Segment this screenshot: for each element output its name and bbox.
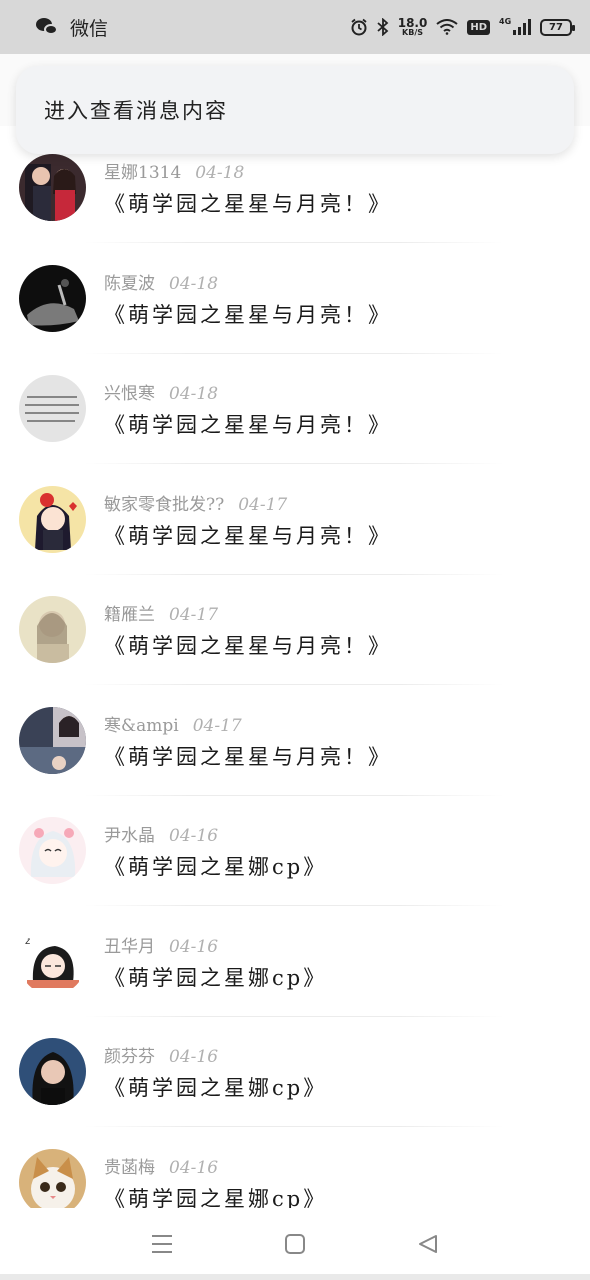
battery-level: 77 bbox=[549, 21, 563, 33]
message-title[interactable]: 《萌学园之星娜cp》 bbox=[104, 962, 327, 992]
triangle-back-icon[interactable] bbox=[408, 1224, 448, 1264]
message-date: 04-16 bbox=[169, 826, 219, 846]
status-right: 18.0 KB/S HD 4G 77 bbox=[350, 17, 575, 37]
message-row[interactable]: 星娜1314 04-18 《萌学园之星星与月亮！》 bbox=[0, 150, 590, 260]
sender-name: 丑华月 bbox=[104, 936, 155, 957]
message-meta: 陈夏波 04-18 bbox=[104, 269, 218, 294]
row-divider bbox=[84, 573, 504, 575]
message-date: 04-17 bbox=[192, 715, 242, 736]
row-divider bbox=[84, 905, 504, 906]
wifi-icon bbox=[436, 19, 458, 35]
sender-name: 颜芬芬 bbox=[104, 1047, 155, 1067]
message-meta: 寒&ampi 04-17 bbox=[104, 711, 242, 736]
svg-text:z: z bbox=[25, 936, 30, 947]
message-meta: 籍雁兰 04-17 bbox=[104, 600, 218, 625]
message-row[interactable]: 陈夏波 04-18 《萌学园之星星与月亮！》 bbox=[0, 261, 590, 371]
row-divider bbox=[84, 794, 504, 796]
dark-hand-avatar[interactable] bbox=[19, 264, 86, 332]
notification-banner[interactable]: 进入查看消息内容 bbox=[16, 66, 574, 154]
message-row[interactable]: 尹水晶 04-16 《萌学园之星娜cp》 bbox=[0, 813, 590, 923]
portrait-girl-avatar[interactable] bbox=[19, 1038, 86, 1105]
text-note-avatar[interactable] bbox=[19, 375, 86, 442]
message-row[interactable]: 兴恨寒 04-18 《萌学园之星星与月亮！》 bbox=[0, 371, 590, 481]
row-divider bbox=[84, 1126, 504, 1127]
couple-photo-avatar[interactable] bbox=[19, 154, 86, 221]
row-divider bbox=[84, 463, 504, 464]
cat-avatar[interactable] bbox=[19, 1148, 86, 1210]
square-home-icon[interactable] bbox=[275, 1224, 315, 1264]
sender-name: 寒&ampi bbox=[104, 715, 179, 736]
hd-badge: HD bbox=[467, 19, 490, 35]
sender-name: 籍雁兰 bbox=[104, 605, 155, 625]
soft-girl-avatar[interactable] bbox=[19, 596, 86, 663]
sender-name: 星娜1314 bbox=[104, 163, 182, 183]
network-type: 4G bbox=[499, 17, 512, 26]
row-divider bbox=[84, 1015, 504, 1017]
message-date: 04-18 bbox=[195, 163, 245, 183]
message-row[interactable]: 寒&ampi 04-17 《萌学园之星星与月亮！》 bbox=[0, 703, 590, 813]
message-date: 04-16 bbox=[169, 1157, 219, 1178]
message-meta: 颜芬芬 04-16 bbox=[104, 1042, 218, 1067]
row-divider bbox=[84, 242, 504, 243]
bluetooth-icon bbox=[377, 18, 389, 36]
battery-icon: 77 bbox=[540, 18, 575, 36]
sender-name: 尹水晶 bbox=[104, 826, 155, 846]
message-date: 04-16 bbox=[169, 936, 219, 957]
message-title[interactable]: 《萌学园之星娜cp》 bbox=[104, 851, 327, 881]
message-meta: 丑华月 04-16 bbox=[104, 932, 218, 957]
message-row[interactable]: 贵菡梅 04-16 《萌学园之星娜cp》 bbox=[0, 1145, 590, 1211]
message-date: 04-17 bbox=[169, 605, 219, 625]
sender-name: 兴恨寒 bbox=[104, 384, 155, 404]
wechat-icon bbox=[36, 17, 60, 37]
row-divider bbox=[84, 684, 504, 685]
app-name: 微信 bbox=[70, 17, 109, 40]
row-divider bbox=[84, 352, 504, 354]
message-meta: 敏家零食批发?? 04-17 bbox=[104, 490, 287, 515]
message-meta: 兴恨寒 04-18 bbox=[104, 379, 218, 404]
screen-bottom-edge bbox=[0, 1274, 590, 1280]
alarm-icon bbox=[351, 18, 367, 36]
navigation-bar bbox=[0, 1208, 590, 1280]
message-date: 04-18 bbox=[169, 384, 219, 404]
message-title[interactable]: 《萌学园之星星与月亮！》 bbox=[104, 299, 392, 329]
message-title[interactable]: 《萌学园之星星与月亮！》 bbox=[104, 741, 392, 771]
net-speed-unit: KB/S bbox=[402, 28, 424, 37]
message-date: 04-16 bbox=[169, 1047, 219, 1067]
message-meta: 贵菡梅 04-16 bbox=[104, 1153, 218, 1178]
message-meta: 尹水晶 04-16 bbox=[104, 821, 218, 846]
message-title[interactable]: 《萌学园之星娜cp》 bbox=[104, 1183, 327, 1211]
message-row[interactable]: 敏家零食批发?? 04-17 《萌学园之星星与月亮！》 bbox=[0, 482, 590, 592]
message-row[interactable]: 籍雁兰 04-17 《萌学园之星星与月亮！》 bbox=[0, 592, 590, 702]
banner-text: 进入查看消息内容 bbox=[44, 99, 228, 123]
message-title[interactable]: 《萌学园之星娜cp》 bbox=[104, 1072, 327, 1102]
message-meta: 星娜1314 04-18 bbox=[104, 158, 244, 183]
message-title[interactable]: 《萌学园之星星与月亮！》 bbox=[104, 630, 392, 660]
anime-girl-avatar[interactable] bbox=[19, 817, 86, 884]
message-title[interactable]: 《萌学园之星星与月亮！》 bbox=[104, 409, 392, 439]
cartoon-girl-avatar[interactable] bbox=[19, 485, 86, 553]
message-date: 04-17 bbox=[238, 494, 288, 515]
status-left: 微信 bbox=[36, 14, 108, 41]
status-bar: 微信 18.0 KB/S HD 4G 77 bbox=[0, 0, 590, 54]
sender-name: 敏家零食批发?? bbox=[104, 494, 225, 515]
sender-name: 陈夏波 bbox=[104, 273, 155, 294]
message-title[interactable]: 《萌学园之星星与月亮！》 bbox=[104, 520, 392, 550]
message-date: 04-18 bbox=[169, 273, 219, 294]
girl-collage-avatar[interactable] bbox=[19, 706, 86, 774]
sender-name: 贵菡梅 bbox=[104, 1157, 155, 1178]
message-row[interactable]: 颜芬芬 04-16 《萌学园之星娜cp》 bbox=[0, 1034, 590, 1144]
menu-lines-icon[interactable] bbox=[142, 1224, 182, 1264]
message-list: 星娜1314 04-18 《萌学园之星星与月亮！》 陈夏波 04-18 《萌学园之星星与月… bbox=[0, 150, 590, 1210]
message-row[interactable]: z 丑华月 04-16 《萌学园之星娜cp》 bbox=[0, 924, 590, 1034]
message-title[interactable]: 《萌学园之星星与月亮！》 bbox=[104, 188, 392, 218]
network-speed: 18.0 KB/S bbox=[398, 17, 428, 37]
signal-icon: 4G bbox=[499, 17, 531, 35]
sleepy-cartoon-avatar[interactable]: z bbox=[19, 927, 86, 995]
